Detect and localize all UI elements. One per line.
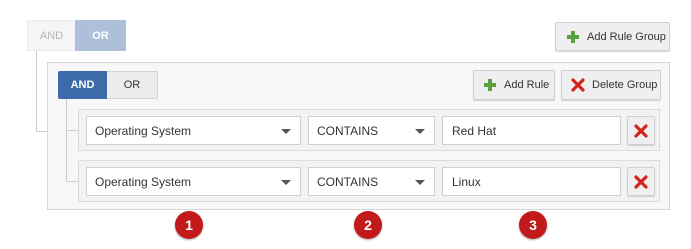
value-input-text: Linux [452,174,481,189]
value-input-rule-1[interactable]: Red Hat [442,116,621,145]
add-rule-button[interactable]: Add Rule [473,70,555,100]
field-select-value: Operating System [95,123,192,138]
field-select-rule-2[interactable]: Operating System [86,167,301,196]
add-rule-group-button[interactable]: Add Rule Group [555,22,670,51]
delete-group-button[interactable]: Delete Group [561,70,661,100]
operator-select-value: CONTAINS [317,123,379,138]
caret-down-icon [281,129,291,134]
operator-select-rule-2[interactable]: CONTAINS [308,167,435,196]
delete-rule-button-2[interactable] [627,167,655,196]
x-icon [571,78,585,92]
caret-down-icon [415,180,425,185]
delete-group-label: Delete Group [592,79,658,91]
value-input-rule-2[interactable]: Linux [442,167,621,196]
caret-down-icon [281,180,291,185]
add-rule-group-label: Add Rule Group [587,30,666,43]
delete-rule-button-1[interactable] [627,116,655,145]
group-connector-vertical [66,99,67,181]
operator-select-rule-1[interactable]: CONTAINS [308,116,435,145]
root-and-toggle[interactable]: AND [27,20,75,51]
value-input-text: Red Hat [452,123,497,138]
add-rule-label: Add Rule [504,79,550,91]
marker-1: 1 [175,211,203,239]
x-icon [634,123,648,138]
plus-icon [566,30,580,44]
marker-2: 2 [354,211,382,239]
operator-select-value: CONTAINS [317,174,379,189]
field-select-rule-1[interactable]: Operating System [86,116,301,145]
root-or-toggle[interactable]: OR [75,20,126,51]
caret-down-icon [415,129,425,134]
group-or-toggle[interactable]: OR [107,71,158,99]
x-icon [634,174,648,189]
root-connector-vertical [36,51,37,132]
marker-3: 3 [519,211,547,239]
plus-icon [483,78,497,92]
field-select-value: Operating System [95,174,192,189]
group-and-toggle[interactable]: AND [58,71,107,99]
